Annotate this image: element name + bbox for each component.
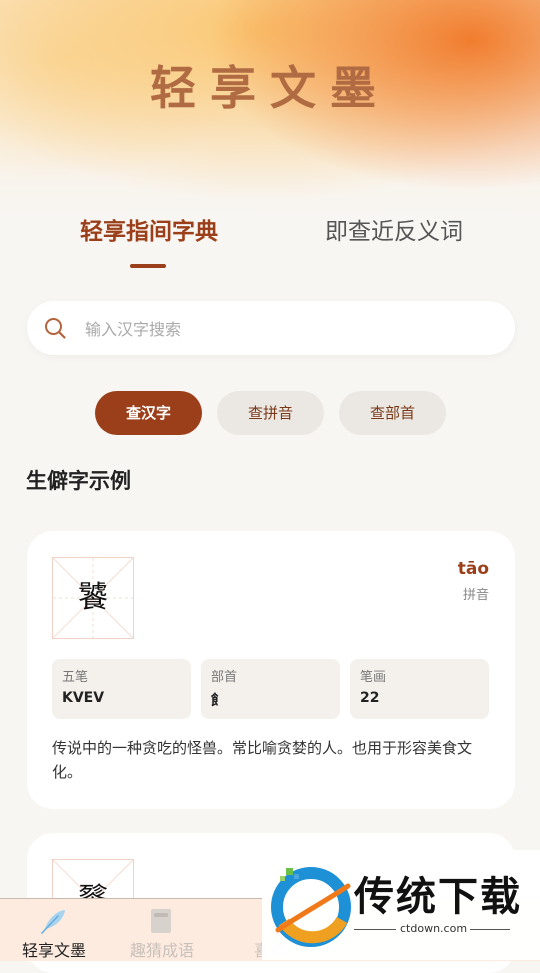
search-input[interactable] bbox=[83, 301, 487, 357]
character-card[interactable]: 饕 tāo 拼音 五笔 KVEV 部首 飠 笔画 22 传说中的一种贪吃的怪兽。… bbox=[27, 531, 515, 809]
tab-bar: 轻享指间字典 即查近反义词 bbox=[0, 212, 540, 272]
feather-icon bbox=[41, 910, 65, 934]
pinyin-label: 拼音 bbox=[462, 588, 489, 603]
character-description: 传说中的一种贪吃的怪兽。常比喻贪婪的人。也用于形容美食文化。 bbox=[52, 739, 473, 781]
wubi-label: 五笔 bbox=[62, 670, 89, 685]
watermark-title: 传统下载 bbox=[354, 874, 522, 920]
strokes-label: 笔画 bbox=[360, 670, 387, 685]
app-title: 轻享文墨 bbox=[150, 61, 390, 115]
section-title: 生僻字示例 bbox=[26, 469, 131, 493]
logo-icon bbox=[271, 867, 351, 947]
watermark-logo: 传统下载 ctdown.com bbox=[262, 850, 540, 960]
chip-search-character[interactable]: 查汉字 bbox=[95, 391, 202, 435]
pinyin-value: tāo bbox=[457, 559, 489, 579]
nav-label-idioms: 趣猜成语 bbox=[129, 941, 194, 960]
search-box[interactable] bbox=[27, 301, 515, 357]
chip-search-radical[interactable]: 查部首 bbox=[339, 391, 446, 435]
tab-dictionary[interactable]: 轻享指间字典 bbox=[80, 212, 218, 246]
wubi-value: KVEV bbox=[62, 690, 105, 706]
nav-label-home: 轻享文墨 bbox=[21, 941, 86, 960]
character-grid-box: 饕 bbox=[52, 557, 134, 639]
strokes-value: 22 bbox=[360, 690, 380, 706]
chip-search-pinyin[interactable]: 查拼音 bbox=[217, 391, 324, 435]
radical-box: 部首 飠 bbox=[201, 659, 340, 719]
divider bbox=[354, 929, 396, 930]
active-tab-indicator bbox=[130, 264, 166, 268]
search-icon bbox=[45, 318, 66, 339]
radical-label: 部首 bbox=[211, 670, 238, 685]
radical-value: 飠 bbox=[211, 693, 225, 709]
nav-item-idioms[interactable]: 趣猜成语 bbox=[108, 899, 216, 961]
divider bbox=[470, 929, 510, 930]
wubi-box: 五笔 KVEV bbox=[52, 659, 191, 719]
book-icon bbox=[151, 909, 171, 933]
character-glyph: 饕 bbox=[78, 580, 108, 615]
nav-item-home[interactable]: 轻享文墨 bbox=[0, 899, 108, 961]
watermark-domain: ctdown.com bbox=[400, 922, 468, 935]
tab-synonyms-antonyms[interactable]: 即查近反义词 bbox=[325, 212, 463, 246]
strokes-box: 笔画 22 bbox=[350, 659, 489, 719]
